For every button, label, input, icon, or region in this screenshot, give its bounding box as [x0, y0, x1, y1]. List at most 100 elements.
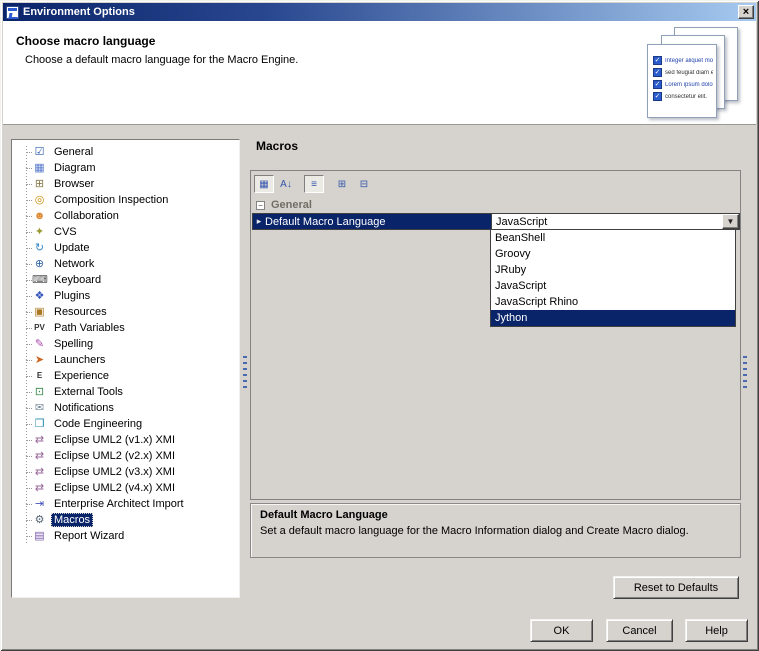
help-button[interactable]: Help	[685, 619, 748, 642]
art-line: ✓sed feugiat diam et.	[653, 68, 713, 77]
categorized-view-button[interactable]: ▦	[254, 175, 274, 193]
document-art-lines: ✓Integer aliquet mollis✓sed feugiat diam…	[648, 56, 716, 101]
group-row-general[interactable]: − General	[252, 197, 739, 213]
check-icon: ✓	[653, 56, 662, 65]
tree-item-general[interactable]: ☑ General	[12, 144, 239, 160]
network-icon: ⊕	[32, 257, 47, 271]
dropdown-option[interactable]: JRuby	[491, 262, 735, 278]
property-name-cell[interactable]: ▸ Default Macro Language	[253, 214, 492, 229]
tree-item-network[interactable]: ⊕Network	[12, 256, 239, 272]
expand-all-button[interactable]: ⊞	[332, 175, 352, 193]
collapse-group-icon[interactable]: −	[256, 201, 265, 210]
tree-item-label: Experience	[51, 369, 112, 383]
report-wizard-icon: ▤	[32, 529, 47, 543]
tree-item-cvs[interactable]: ✦CVS	[12, 224, 239, 240]
tree-item-diagram[interactable]: ▦Diagram	[12, 160, 239, 176]
tree-item-experience[interactable]: E Experience	[12, 368, 239, 384]
combo-dropdown-button[interactable]: ▼	[722, 214, 739, 229]
document-page-front: ✓Integer aliquet mollis✓sed feugiat diam…	[647, 44, 717, 118]
panel-splitter-handle[interactable]	[743, 356, 747, 392]
browser-icon: ⊞	[32, 177, 47, 191]
tree-item-browser[interactable]: ⊞ Browser	[12, 176, 239, 192]
general-icon: ☑	[32, 145, 47, 159]
tree-item-label: Eclipse UML2 (v3.x) XMI	[51, 465, 178, 479]
tree-item-label: General	[51, 145, 96, 159]
description-text: Set a default macro language for the Mac…	[260, 525, 731, 537]
tree-item-update[interactable]: ↻Update	[12, 240, 239, 256]
tree-item-label: Notifications	[51, 401, 117, 415]
tree-item-label: Browser	[51, 177, 97, 191]
dialog-icon	[6, 6, 19, 19]
property-value-text: JavaScript	[496, 216, 547, 228]
tree-item-resources[interactable]: ▣ Resources	[12, 304, 239, 320]
tree-item-enterprise-architect-import[interactable]: ⇥Enterprise Architect Import	[12, 496, 239, 512]
spelling-icon: ✎	[32, 337, 47, 351]
documents-illustration: ✓Integer aliquet mollis✓sed feugiat diam…	[646, 27, 746, 121]
tree-item-macros[interactable]: ⚙ Macros	[12, 512, 239, 528]
tree-item-label: Resources	[51, 305, 110, 319]
tree-splitter-handle[interactable]	[243, 356, 247, 392]
dropdown-option[interactable]: JavaScript	[491, 278, 735, 294]
tree-item-external-tools[interactable]: ⊡ External Tools	[12, 384, 239, 400]
tree-item-spelling[interactable]: ✎Spelling	[12, 336, 239, 352]
tree-item-label: Eclipse UML2 (v2.x) XMI	[51, 449, 178, 463]
tree-item-path-variables[interactable]: PVPath Variables	[12, 320, 239, 336]
cvs-icon: ✦	[32, 225, 47, 239]
tree-item-launchers[interactable]: ➤Launchers	[12, 352, 239, 368]
dropdown-option[interactable]: BeanShell	[491, 230, 735, 246]
reset-to-defaults-button[interactable]: Reset to Defaults	[613, 576, 739, 599]
macros-toolbar: ▦A↓ ≡ ⊞⊟	[254, 174, 374, 194]
ok-button[interactable]: OK	[530, 619, 593, 642]
tree-item-label: External Tools	[51, 385, 126, 399]
macros-options-box: ▦A↓ ≡ ⊞⊟ − General ▸ Default Macro Languag…	[250, 170, 741, 500]
art-line-text: Integer aliquet mollis	[665, 58, 713, 64]
tree-item-notifications[interactable]: ✉Notifications	[12, 400, 239, 416]
composition-inspection-icon: ◎	[32, 193, 47, 207]
macros-icon: ⚙	[32, 513, 47, 527]
macros-panel-title: Macros	[256, 139, 298, 153]
tree-item-label: Plugins	[51, 289, 93, 303]
property-row-default-macro-language: ▸ Default Macro Language JavaScript ▼	[252, 213, 740, 230]
check-icon: ✓	[653, 68, 662, 77]
art-line: ✓Lorem ipsum dolor	[653, 80, 713, 89]
experience-icon: E	[32, 369, 47, 383]
art-line: ✓consectetur elit.	[653, 92, 713, 101]
tree-item-eclipse-uml2-v2[interactable]: ⇄Eclipse UML2 (v2.x) XMI	[12, 448, 239, 464]
dropdown-option[interactable]: Groovy	[491, 246, 735, 262]
tree-item-plugins[interactable]: ❖ Plugins	[12, 288, 239, 304]
options-tree: ☑ General▦Diagram⊞ Browser◎Composition Ins…	[11, 139, 240, 598]
external-tools-icon: ⊡	[32, 385, 47, 399]
description-title: Default Macro Language	[260, 509, 731, 521]
plugins-icon: ❖	[32, 289, 47, 303]
cancel-button[interactable]: Cancel	[606, 619, 673, 642]
description-panel: Default Macro Language Set a default mac…	[250, 503, 741, 558]
show-description-button[interactable]: ≡	[304, 175, 324, 193]
eclipse-uml2-v4-icon: ⇄	[32, 481, 47, 495]
collaboration-icon: ☻	[32, 209, 47, 223]
tree-item-label: Code Engineering	[51, 417, 145, 431]
tree-item-code-engineering[interactable]: ❒Code Engineering	[12, 416, 239, 432]
title-bar[interactable]: Environment Options ×	[3, 3, 756, 21]
tree-item-eclipse-uml2-v3[interactable]: ⇄Eclipse UML2 (v3.x) XMI	[12, 464, 239, 480]
dropdown-option[interactable]: Jython	[491, 310, 735, 326]
tree-item-collaboration[interactable]: ☻Collaboration	[12, 208, 239, 224]
tree-item-eclipse-uml2-v4[interactable]: ⇄Eclipse UML2 (v4.x) XMI	[12, 480, 239, 496]
header-banner: Choose macro language Choose a default m…	[3, 21, 756, 125]
tree-item-label: Macros	[51, 513, 93, 527]
tree-item-composition-inspection[interactable]: ◎Composition Inspection	[12, 192, 239, 208]
sort-alphabetically-button[interactable]: A↓	[276, 175, 296, 193]
close-button[interactable]: ×	[738, 5, 754, 19]
resources-icon: ▣	[32, 305, 47, 319]
art-line-text: Lorem ipsum dolor	[665, 82, 713, 88]
tree-item-keyboard[interactable]: ⌨Keyboard	[12, 272, 239, 288]
tree-item-report-wizard[interactable]: ▤Report Wizard	[12, 528, 239, 544]
header-subtitle: Choose a default macro language for the …	[25, 54, 298, 66]
tree-item-label: Keyboard	[51, 273, 104, 287]
property-value-cell[interactable]: JavaScript ▼	[492, 214, 739, 229]
launchers-icon: ➤	[32, 353, 47, 367]
dropdown-option[interactable]: JavaScript Rhino	[491, 294, 735, 310]
collapse-all-button[interactable]: ⊟	[354, 175, 374, 193]
art-line-text: sed feugiat diam et.	[665, 70, 713, 76]
row-marker-icon: ▸	[253, 216, 265, 227]
tree-item-eclipse-uml2-v1[interactable]: ⇄Eclipse UML2 (v1.x) XMI	[12, 432, 239, 448]
